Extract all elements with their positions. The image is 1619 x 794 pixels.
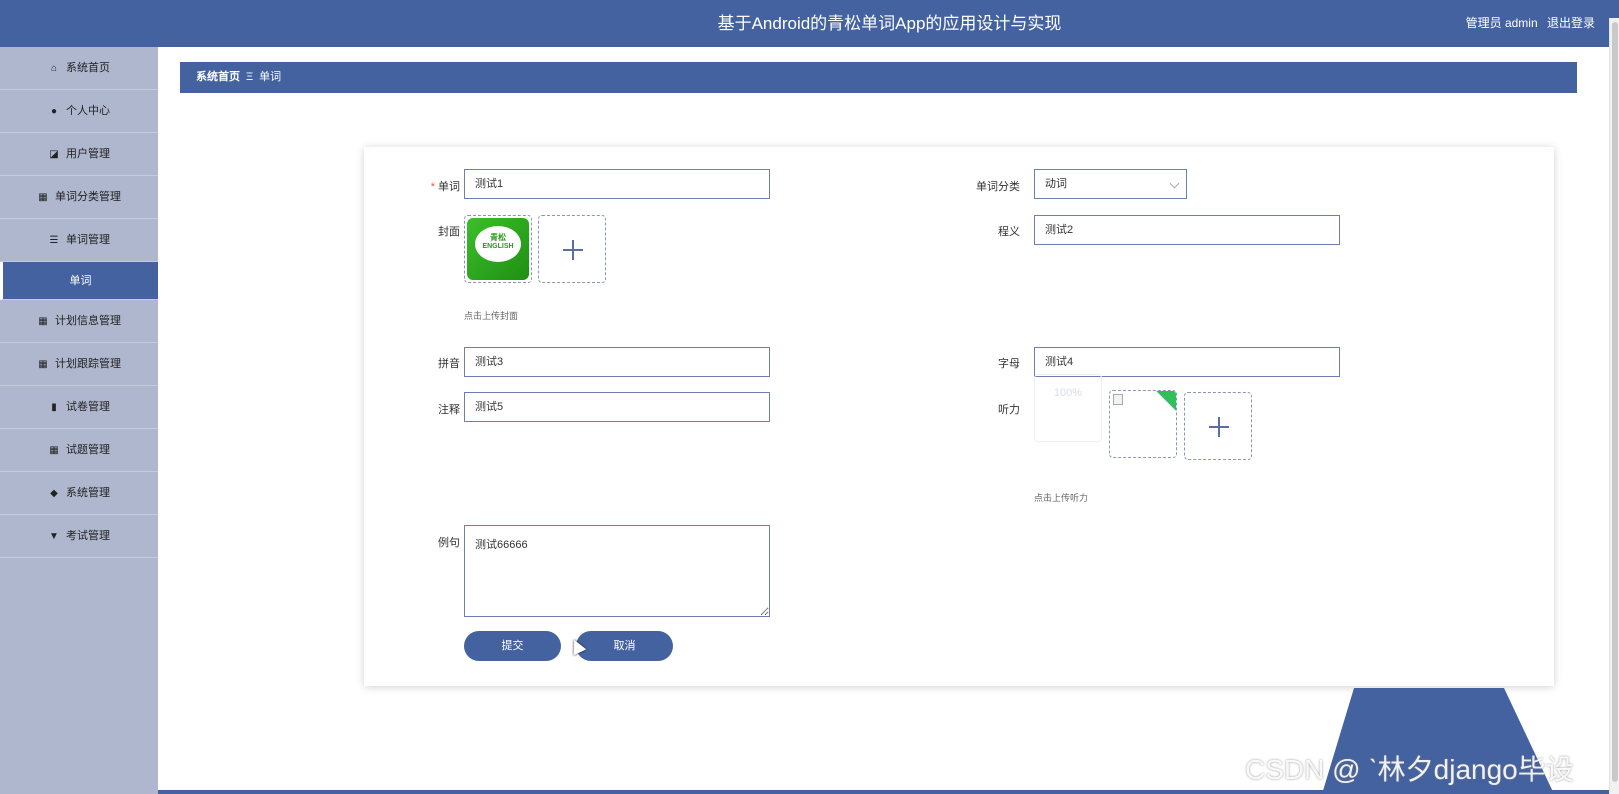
definition-input[interactable]: 测试2 (1034, 215, 1340, 245)
grid-icon: ▦ (38, 316, 48, 327)
sidebar-item-word-management[interactable]: ☰ 单词管理 (0, 219, 158, 262)
sidebar-item-label: 试卷管理 (66, 401, 110, 413)
sidebar-item-papers[interactable]: ▮ 试卷管理 (0, 386, 158, 429)
sidebar-item-label: 用户管理 (66, 148, 110, 160)
sidebar-item-plan-tracking[interactable]: ▦ 计划跟踪管理 (0, 343, 158, 386)
sidebar-item-plan-info[interactable]: ▦ 计划信息管理 (0, 300, 158, 343)
page-scrollbar[interactable] (1609, 18, 1619, 794)
sidebar-item-word-category[interactable]: ▦ 单词分类管理 (0, 176, 158, 219)
category-select[interactable]: 动词 (1034, 169, 1187, 199)
word-label: * 单词 (430, 181, 460, 193)
plus-icon-vertical (572, 240, 574, 260)
cancel-button[interactable]: 取消 (576, 631, 673, 661)
broken-image-icon (1113, 394, 1123, 405)
grid-icon: ▦ (38, 192, 48, 203)
scrollbar-thumb[interactable] (1612, 22, 1618, 782)
chart-icon: ◪ (49, 149, 59, 160)
breadcrumb-home[interactable]: 系统首页 (196, 71, 240, 83)
cover-thumbnail[interactable]: 青松 ENGLISH (464, 215, 532, 283)
header-user-area: 管理员 admin 退出登录 (1460, 0, 1595, 47)
top-bar: 基于Android的青松单词App的应用设计与实现 管理员 admin 退出登录 (0, 0, 1619, 47)
letter-label: 字母 (998, 358, 1020, 370)
breadcrumb-current: 单词 (259, 71, 282, 83)
sidebar-item-label: 系统首页 (66, 62, 110, 74)
breadcrumb-separator: Ξ (246, 71, 254, 83)
listening-upload-button[interactable] (1184, 392, 1252, 460)
sidebar-item-questions[interactable]: ▦ 试题管理 (0, 429, 158, 472)
example-label: 例句 (438, 537, 460, 549)
note-input[interactable]: 测试5 (464, 392, 770, 422)
sidebar-item-label: 系统管理 (66, 487, 110, 499)
example-textarea[interactable] (464, 525, 770, 617)
pinyin-label: 拼音 (438, 358, 460, 370)
list-icon: ☰ (49, 235, 59, 246)
sidebar-item-label: 计划信息管理 (55, 315, 121, 327)
sidebar: ⌂ 系统首页 ● 个人中心 ◪ 用户管理 ▦ 单词分类管理 ☰ 单词管理 单词 ▦ 计划信息… (0, 47, 158, 794)
sidebar-item-label: 计划跟踪管理 (55, 358, 121, 370)
home-icon: ⌂ (50, 63, 58, 74)
sidebar-item-system[interactable]: ◆ 系统管理 (0, 472, 158, 515)
bottom-bar (158, 790, 1619, 794)
cover-label: 封面 (438, 226, 460, 238)
letter-input[interactable]: 测试4 (1034, 347, 1340, 377)
sidebar-item-home[interactable]: ⌂ 系统首页 (0, 47, 158, 90)
grid-icon: ▦ (38, 359, 48, 370)
plus-icon-vertical (1218, 417, 1220, 437)
category-select-value: 动词 (1045, 178, 1067, 190)
sidebar-item-label: 单词管理 (66, 234, 110, 246)
admin-label: 管理员 admin (1465, 16, 1538, 30)
sidebar-item-label: 考试管理 (66, 530, 110, 542)
listening-upload-hint: 点击上传听力 (1034, 493, 1089, 503)
success-corner-badge (1156, 391, 1176, 411)
bar-chart-icon: ▮ (51, 402, 57, 413)
sidebar-item-label: 单词分类管理 (55, 191, 121, 203)
sidebar-item-label: 个人中心 (66, 105, 110, 117)
word-form-card: * 单词 测试1 单词分类 动词 封面 青松 ENGLISH 点击上传封面 程义 … (364, 147, 1554, 686)
listening-label: 听力 (998, 404, 1020, 416)
grid-icon: ▦ (49, 445, 59, 456)
cover-image-subtext: ENGLISH (482, 243, 514, 250)
category-label: 单词分类 (976, 181, 1020, 193)
sidebar-subitem-word[interactable]: 单词 (0, 262, 158, 300)
sidebar-item-label: 试题管理 (66, 444, 110, 456)
chevron-down-icon (1169, 178, 1180, 189)
pin-icon: ◆ (50, 488, 58, 499)
listening-thumbnail[interactable] (1109, 390, 1177, 458)
note-label: 注释 (438, 404, 460, 416)
sidebar-item-users[interactable]: ◪ 用户管理 (0, 133, 158, 176)
listening-upload-progress: 100% (1034, 374, 1102, 442)
app-title: 基于Android的青松单词App的应用设计与实现 (717, 14, 1062, 33)
cover-image-text: 青松 (490, 233, 506, 242)
sidebar-item-label: 单词 (69, 275, 92, 287)
user-icon: ● (50, 106, 58, 117)
submit-button[interactable]: 提交 (464, 631, 561, 661)
cover-upload-hint: 点击上传封面 (464, 311, 519, 321)
sidebar-item-profile[interactable]: ● 个人中心 (0, 90, 158, 133)
definition-label: 程义 (998, 226, 1020, 238)
logout-link[interactable]: 退出登录 (1547, 16, 1595, 30)
pinyin-input[interactable]: 测试3 (464, 347, 770, 377)
cover-upload-button[interactable] (538, 215, 606, 283)
flag-icon: ▼ (49, 531, 59, 542)
breadcrumb: 系统首页 Ξ 单词 (180, 62, 1577, 93)
word-input[interactable]: 测试1 (464, 169, 770, 199)
watermark: CSDN @ ˋ林夕django毕设 (1245, 754, 1574, 785)
cover-image: 青松 ENGLISH (467, 218, 529, 280)
sidebar-item-exams[interactable]: ▼ 考试管理 (0, 515, 158, 558)
